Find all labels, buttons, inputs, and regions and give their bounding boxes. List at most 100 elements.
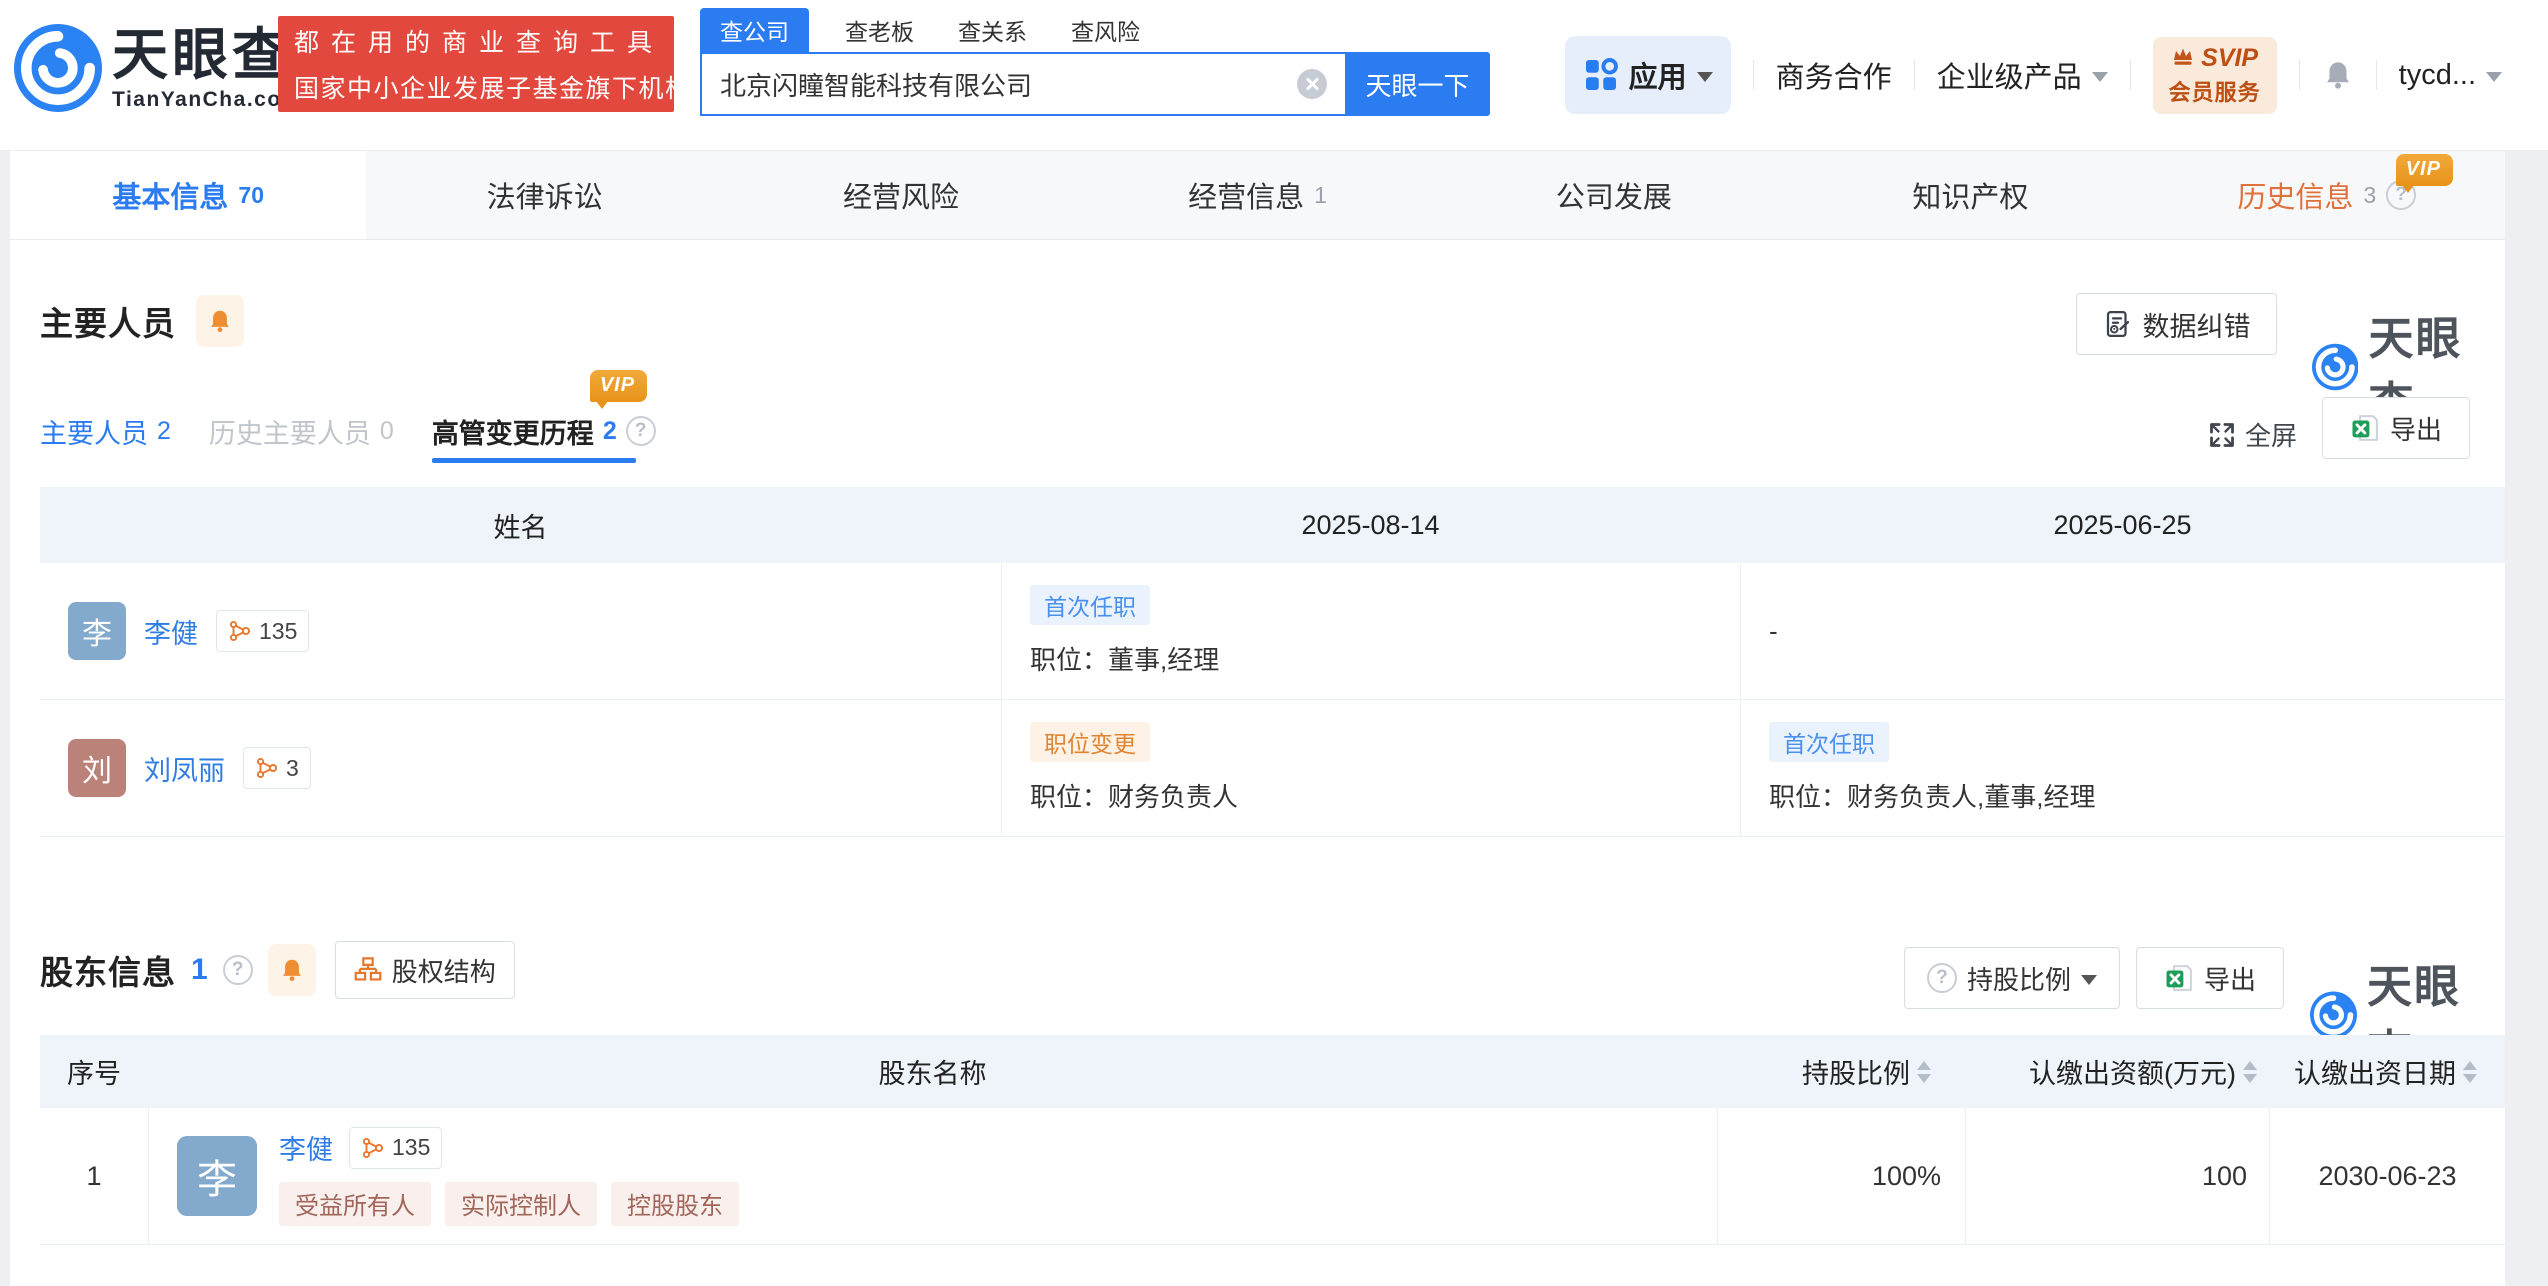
tianyancha-swirl-icon bbox=[14, 24, 102, 112]
logo-name: 天眼查 bbox=[112, 24, 302, 86]
sort-desc-icon bbox=[2463, 1074, 2477, 1083]
column-header-ratio: 持股比例 bbox=[1717, 1052, 1965, 1091]
relation-graph-icon bbox=[228, 619, 252, 643]
shareholder-section-title: 股东信息 bbox=[40, 946, 176, 994]
notification-bell-icon[interactable] bbox=[2322, 58, 2354, 92]
relations-badge[interactable]: 135 bbox=[349, 1127, 442, 1169]
help-icon[interactable]: ? bbox=[626, 416, 656, 446]
help-icon: ? bbox=[1927, 963, 1957, 993]
person-cell: 李 李健 135 bbox=[40, 563, 1001, 699]
divider bbox=[1753, 60, 1754, 90]
apps-grid-icon bbox=[1583, 57, 1619, 93]
first-appointment-badge: 首次任职 bbox=[1030, 585, 1150, 625]
search-submit-button[interactable]: 天眼一下 bbox=[1345, 52, 1490, 116]
tab-label: 公司发展 bbox=[1556, 174, 1672, 216]
divider bbox=[2299, 60, 2300, 90]
fullscreen-button[interactable]: 全屏 bbox=[2208, 416, 2297, 453]
clear-icon[interactable] bbox=[1297, 69, 1327, 99]
tab-count: 70 bbox=[238, 182, 264, 209]
tab-legal-proceedings[interactable]: 法律诉讼 bbox=[366, 151, 722, 239]
tab-basic-info[interactable]: 基本信息 70 bbox=[10, 151, 366, 239]
subtab-executive-changes[interactable]: VIP 高管变更历程 2 ? bbox=[432, 412, 656, 451]
apps-menu[interactable]: 应用 bbox=[1565, 36, 1731, 114]
shareholder-section-header: 股东信息 1 ? 股权结构 bbox=[40, 937, 515, 1003]
vip-badge: VIP bbox=[590, 370, 647, 402]
tab-company-development[interactable]: 公司发展 bbox=[1436, 151, 1792, 239]
table-header-row: 姓名 2025-08-14 2025-06-25 bbox=[40, 487, 2505, 563]
sort-asc-icon bbox=[2463, 1061, 2477, 1070]
sort-control[interactable] bbox=[2243, 1061, 2257, 1083]
empty-cell: - bbox=[1740, 563, 2505, 699]
amount-cell: 100 bbox=[1965, 1108, 2269, 1244]
tab-history-info[interactable]: VIP 历史信息 3 ? bbox=[2149, 151, 2505, 239]
staff-export-button[interactable]: 导出 bbox=[2322, 397, 2470, 459]
relations-count: 135 bbox=[392, 1134, 430, 1161]
tab-count: 1 bbox=[1314, 182, 1327, 209]
excel-icon bbox=[2164, 963, 2194, 993]
shareholder-cell: 李 李健 135 受益所有人 实际控制人 控股股东 bbox=[148, 1108, 1717, 1244]
person-name-link[interactable]: 刘凤丽 bbox=[144, 749, 225, 788]
relations-badge[interactable]: 3 bbox=[243, 747, 311, 789]
avatar: 刘 bbox=[68, 739, 126, 797]
column-header-date2: 2025-06-25 bbox=[1740, 510, 2505, 541]
user-menu[interactable]: tycd... bbox=[2399, 59, 2502, 92]
relations-badge[interactable]: 135 bbox=[216, 610, 309, 652]
table-row: 1 李 李健 135 受益所有人 实际控制人 控股股东 bbox=[40, 1108, 2505, 1245]
sort-control[interactable] bbox=[2463, 1061, 2477, 1083]
shareholder-export-button[interactable]: 导出 bbox=[2136, 947, 2284, 1009]
sort-control[interactable] bbox=[1917, 1061, 1931, 1083]
controlling-shareholder-tag: 控股股东 bbox=[611, 1182, 739, 1226]
correction-icon bbox=[2103, 309, 2133, 339]
monitor-bell-button[interactable] bbox=[268, 944, 316, 996]
column-header-name: 姓名 bbox=[40, 506, 1001, 545]
data-correction-label: 数据纠错 bbox=[2143, 305, 2251, 344]
enterprise-products-menu[interactable]: 企业级产品 bbox=[1937, 54, 2108, 96]
company-nav-tabs: 基本信息 70 法律诉讼 经营风险 经营信息 1 公司发展 知识产权 VIP 历… bbox=[10, 150, 2505, 240]
shareholder-info: 李健 135 受益所有人 实际控制人 控股股东 bbox=[279, 1127, 739, 1226]
search-tab-boss[interactable]: 查老板 bbox=[837, 8, 922, 52]
shareholder-name-link[interactable]: 李健 bbox=[279, 1128, 333, 1167]
top-bar: 天眼查 TianYanCha.com 都在用的商业查询工具 国家中小企业发展子基… bbox=[0, 0, 2548, 150]
search-tab-company[interactable]: 查公司 bbox=[700, 8, 809, 52]
actual-controller-tag: 实际控制人 bbox=[445, 1182, 597, 1226]
tianyancha-logo[interactable]: 天眼查 TianYanCha.com bbox=[14, 24, 302, 112]
column-label: 持股比例 bbox=[1802, 1052, 1910, 1091]
help-icon[interactable]: ? bbox=[223, 955, 253, 985]
subtab-key-staff[interactable]: 主要人员 2 bbox=[40, 412, 171, 451]
subtab-history-staff[interactable]: 历史主要人员 0 bbox=[209, 412, 394, 451]
business-coop-link[interactable]: 商务合作 bbox=[1776, 54, 1892, 96]
export-label: 导出 bbox=[2204, 960, 2256, 997]
fullscreen-label: 全屏 bbox=[2245, 416, 2297, 453]
avatar: 李 bbox=[177, 1136, 257, 1216]
shareholding-ratio-dropdown[interactable]: ? 持股比例 bbox=[1904, 947, 2120, 1009]
avatar: 李 bbox=[68, 602, 126, 660]
table-row: 刘 刘凤丽 3 职位变更 职位：财务负责人 首次任职 职位：财务负责人,董事,经… bbox=[40, 700, 2505, 837]
username: tycd... bbox=[2399, 59, 2476, 92]
svip-label: SVIP bbox=[2201, 44, 2258, 73]
tab-label: 法律诉讼 bbox=[487, 174, 603, 216]
search-input[interactable] bbox=[700, 52, 1345, 116]
relations-count: 135 bbox=[259, 618, 297, 645]
tab-business-info[interactable]: 经营信息 1 bbox=[1079, 151, 1435, 239]
search-tab-risk[interactable]: 查风险 bbox=[1063, 8, 1148, 52]
shareholder-table: 序号 股东名称 持股比例 认缴出资额(万元) 认缴出资日期 1 李 李健 bbox=[40, 1035, 2505, 1245]
person-name-link[interactable]: 李健 bbox=[144, 612, 198, 651]
search-area: 查公司 查老板 查关系 查风险 天眼一下 bbox=[700, 8, 1490, 116]
position-text: 职位：财务负责人 bbox=[1030, 777, 1238, 814]
search-box: 天眼一下 bbox=[700, 52, 1490, 116]
tab-operational-risk[interactable]: 经营风险 bbox=[723, 151, 1079, 239]
logo-domain: TianYanCha.com bbox=[112, 88, 302, 112]
tab-intellectual-property[interactable]: 知识产权 bbox=[1792, 151, 2148, 239]
index-cell: 1 bbox=[40, 1108, 148, 1244]
monitor-bell-button[interactable] bbox=[196, 295, 244, 347]
search-tab-relation[interactable]: 查关系 bbox=[950, 8, 1035, 52]
change-cell: 首次任职 职位：董事,经理 bbox=[1001, 563, 1740, 699]
column-header-index: 序号 bbox=[40, 1052, 148, 1091]
relation-graph-icon bbox=[361, 1136, 385, 1160]
equity-structure-button[interactable]: 股权结构 bbox=[335, 941, 515, 999]
svip-member-button[interactable]: SVIP 会员服务 bbox=[2153, 37, 2277, 114]
data-correction-button[interactable]: 数据纠错 bbox=[2076, 293, 2277, 355]
tab-label: 知识产权 bbox=[1912, 174, 2028, 216]
column-header-amount: 认缴出资额(万元) bbox=[1965, 1052, 2269, 1091]
subtab-count: 2 bbox=[603, 417, 617, 446]
